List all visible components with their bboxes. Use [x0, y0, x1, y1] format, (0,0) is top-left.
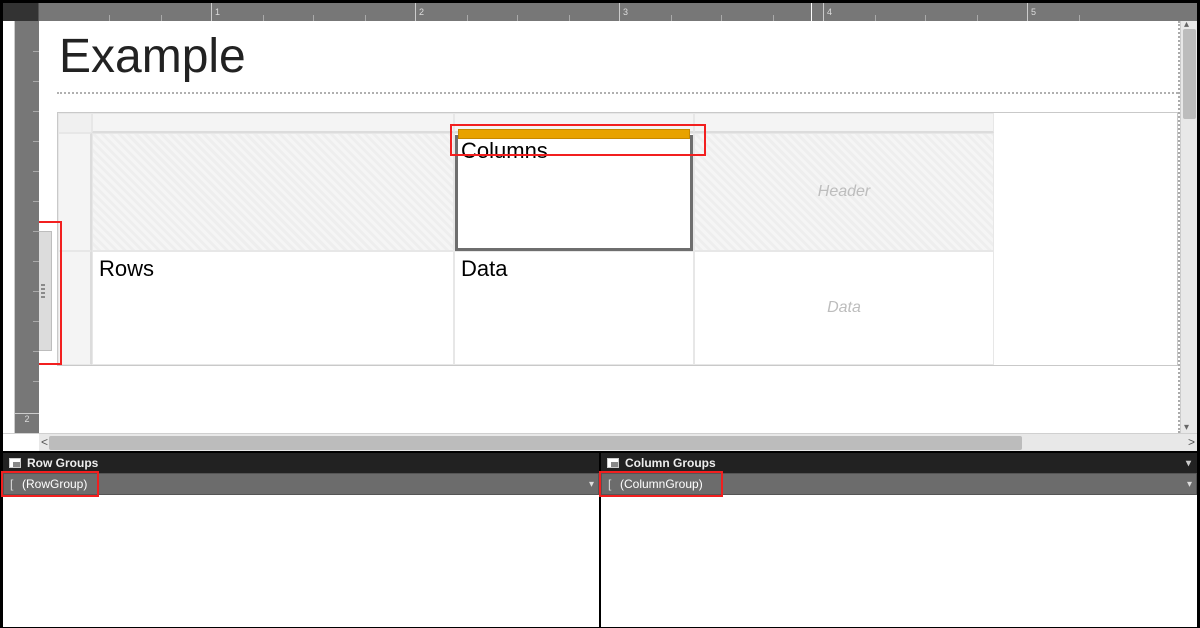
- scroll-left-icon[interactable]: <: [41, 435, 48, 449]
- column-group-indicator-icon: [458, 129, 690, 139]
- tablix-corner-handle[interactable]: [58, 113, 92, 133]
- cell-text: Data: [461, 256, 507, 282]
- column-groups-header[interactable]: Column Groups ▾: [601, 453, 1197, 473]
- chevron-down-icon[interactable]: ▾: [1187, 479, 1192, 490]
- scroll-thumb[interactable]: [49, 436, 1022, 450]
- cell-text: Rows: [99, 256, 154, 282]
- placeholder-label: Header: [818, 183, 870, 201]
- bracket-icon: [: [10, 477, 18, 491]
- report-title-textbox[interactable]: Example: [57, 21, 1178, 88]
- ruler-h-tick: 5: [1027, 3, 1036, 21]
- left-margin-strip: [3, 21, 15, 433]
- horizontal-ruler[interactable]: 1 2 3 4 5: [39, 3, 1197, 21]
- column-group-item-label: (ColumnGroup): [620, 477, 703, 491]
- vertical-ruler[interactable]: 2: [15, 21, 39, 433]
- data-cell[interactable]: Data: [454, 251, 694, 365]
- horizontal-scrollbar[interactable]: < >: [39, 434, 1197, 451]
- ruler-row: 1 2 3 4 5: [3, 3, 1197, 21]
- column-groups-panel: Column Groups ▾ [ (ColumnGroup) ▾: [601, 453, 1197, 627]
- static-header-cell[interactable]: Header: [694, 133, 994, 251]
- tablix-corner-cell[interactable]: [92, 133, 454, 251]
- table-icon: [9, 458, 21, 468]
- row-group-item[interactable]: [ (RowGroup) ▾: [3, 473, 599, 495]
- row-groups-panel: Row Groups [ (RowGroup) ▾: [3, 453, 601, 627]
- report-designer-frame: 1 2 3 4 5: [0, 0, 1200, 628]
- table-icon: [607, 458, 619, 468]
- ruler-corner: [3, 3, 39, 21]
- column-group-header-cell[interactable]: Columns: [454, 133, 694, 251]
- ruler-h-tick: 3: [619, 3, 628, 21]
- column-group-item[interactable]: [ (ColumnGroup) ▾: [601, 473, 1197, 495]
- column-groups-body[interactable]: [601, 495, 1197, 627]
- ruler-cursor-mark: [811, 3, 812, 21]
- chevron-down-icon[interactable]: ▾: [1186, 458, 1191, 469]
- ruler-h-tick: 1: [211, 3, 220, 21]
- tablix-col-handle[interactable]: [92, 113, 454, 133]
- tablix-row-handle[interactable]: [58, 251, 92, 365]
- row-group-header-cell[interactable]: Rows: [92, 251, 454, 365]
- chevron-down-icon[interactable]: ▾: [589, 479, 594, 490]
- design-surface-row: 2 Example Col: [3, 21, 1197, 433]
- row-groups-title: Row Groups: [27, 456, 98, 470]
- ruler-h-tick: 4: [823, 3, 832, 21]
- ruler-v-tick: 2: [15, 413, 39, 424]
- tablix-row-handle[interactable]: [58, 133, 92, 251]
- cell-text: Columns: [461, 138, 548, 164]
- scroll-down-icon[interactable]: ▾: [1184, 422, 1189, 433]
- row-group-item-label: (RowGroup): [22, 477, 87, 491]
- row-group-indicator-icon[interactable]: [39, 231, 52, 351]
- design-canvas[interactable]: Example Columns: [39, 21, 1197, 433]
- title-divider: [57, 92, 1178, 94]
- grouping-pane: Row Groups [ (RowGroup) ▾ Column Groups …: [3, 451, 1197, 627]
- tablix-col-handle[interactable]: [694, 113, 994, 133]
- vertical-scrollbar[interactable]: ▴ ▾: [1180, 21, 1197, 433]
- report-body[interactable]: Example Columns: [57, 21, 1180, 433]
- bracket-icon: [: [608, 477, 616, 491]
- ruler-h-tick: 2: [415, 3, 424, 21]
- placeholder-label: Data: [827, 299, 861, 317]
- static-data-cell[interactable]: Data: [694, 251, 994, 365]
- horizontal-scrollbar-row: < >: [3, 433, 1197, 451]
- matrix-tablix[interactable]: Columns Header Rows Data: [57, 112, 1178, 366]
- row-groups-body[interactable]: [3, 495, 599, 627]
- column-groups-title: Column Groups: [625, 456, 716, 470]
- row-groups-header[interactable]: Row Groups: [3, 453, 599, 473]
- scroll-thumb[interactable]: [1183, 29, 1196, 119]
- scroll-right-icon[interactable]: >: [1188, 435, 1195, 449]
